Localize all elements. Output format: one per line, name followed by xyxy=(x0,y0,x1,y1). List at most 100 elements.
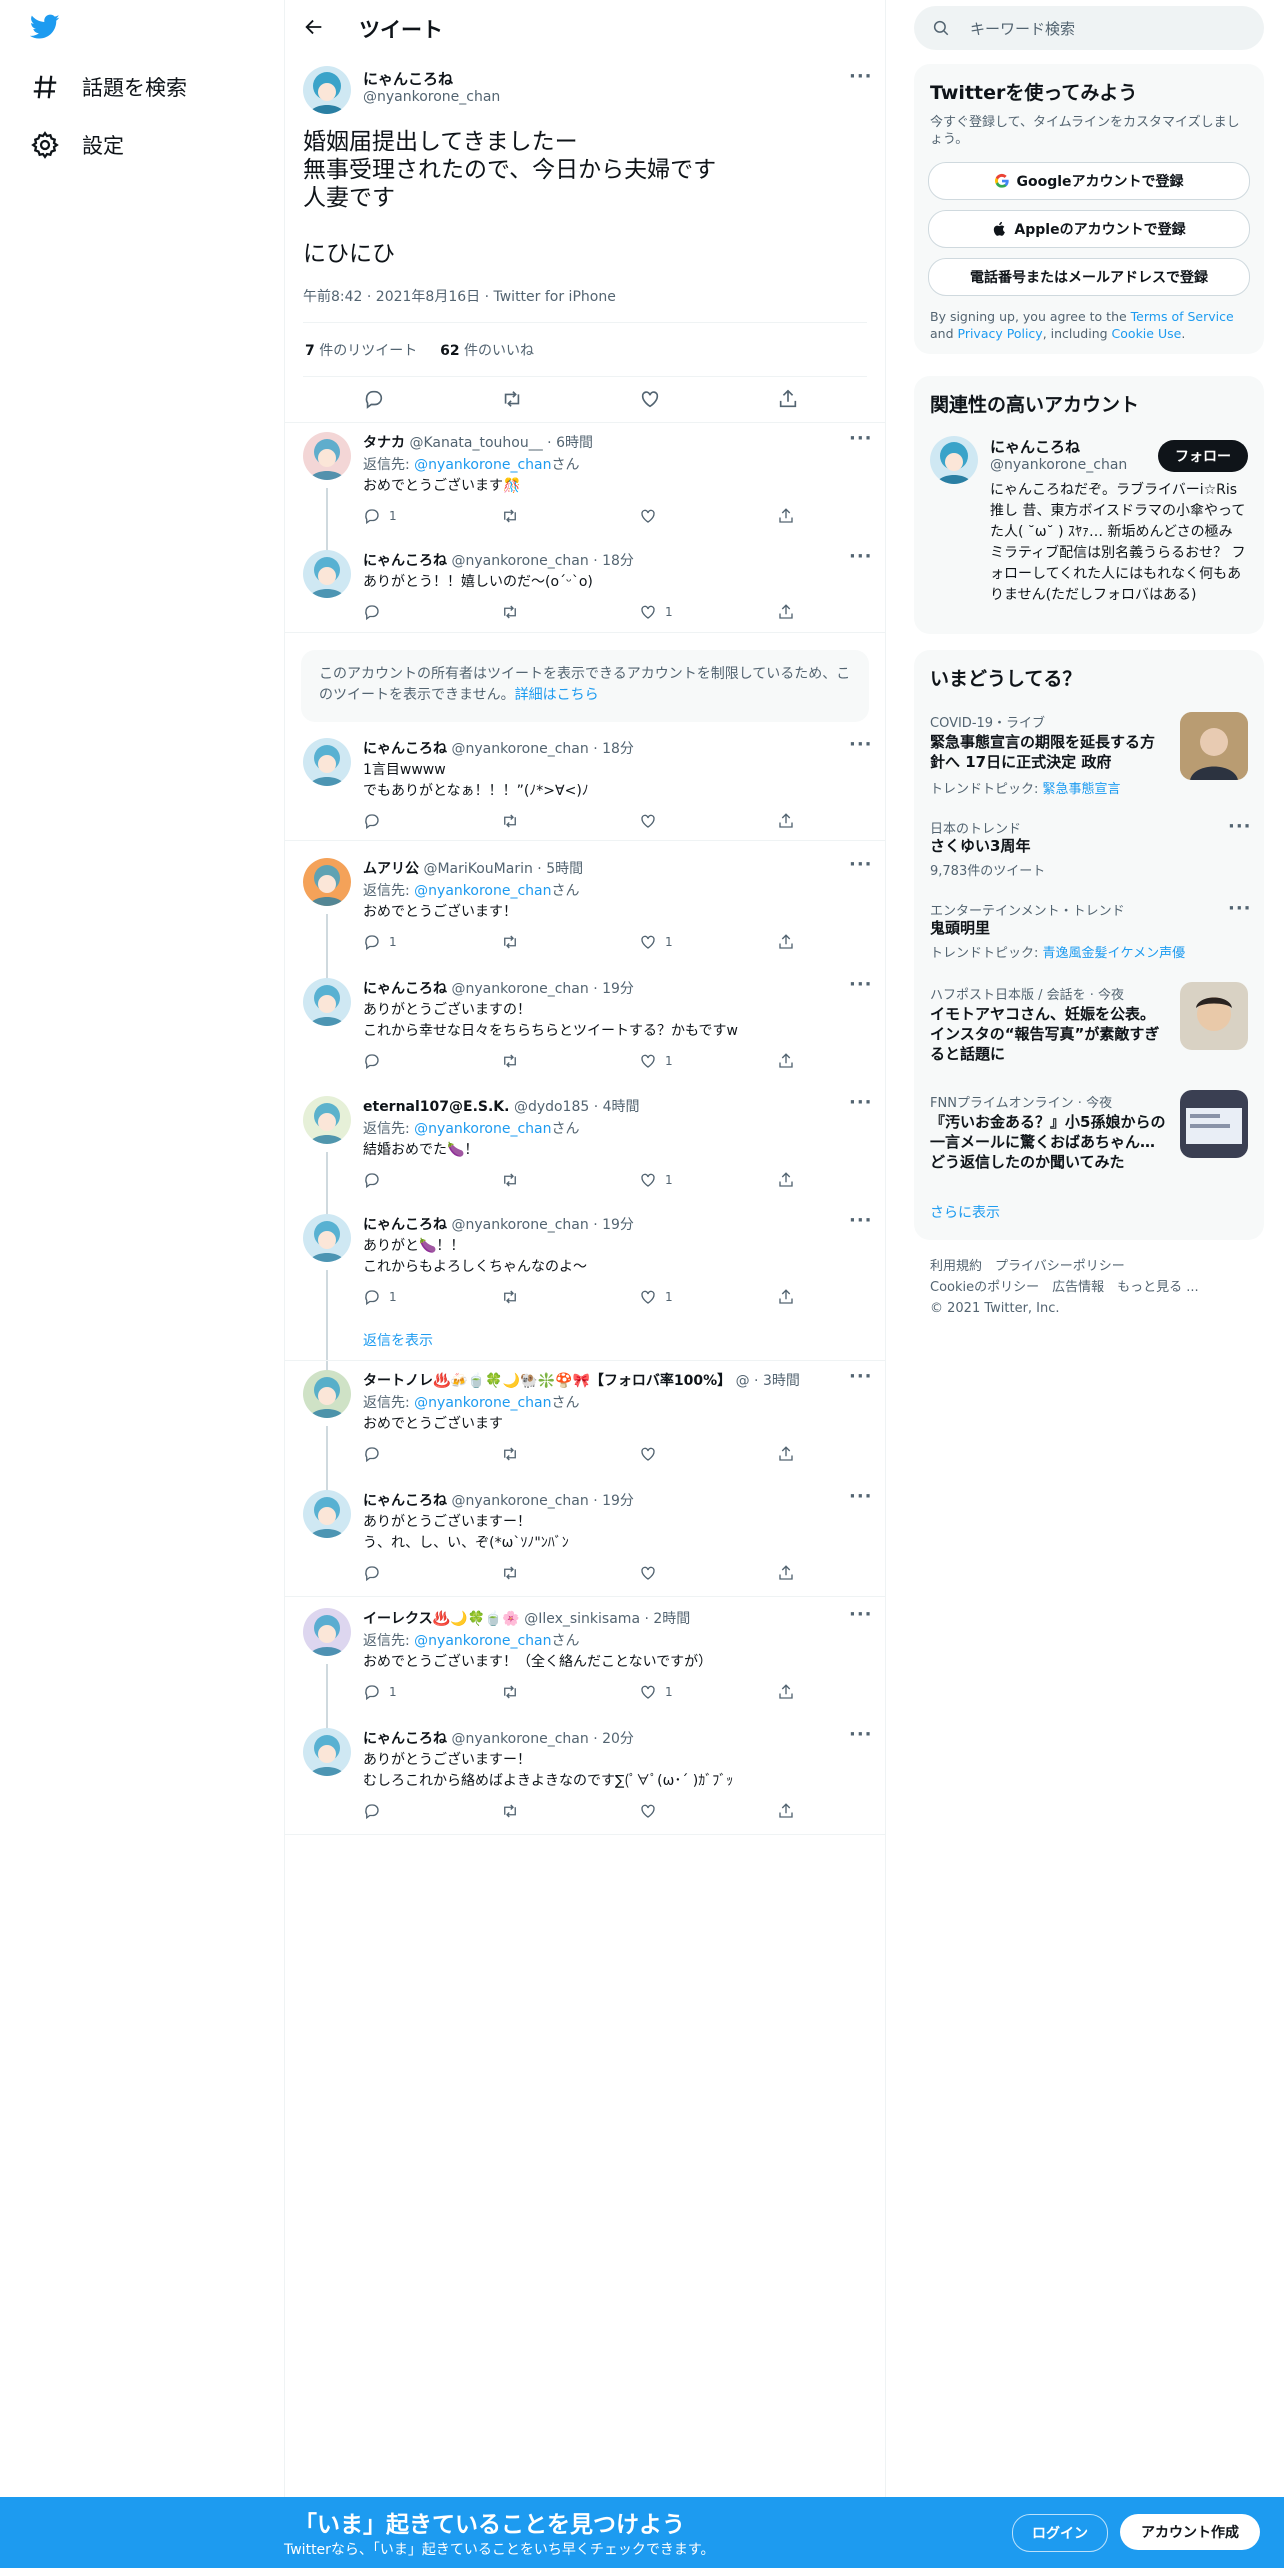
avatar[interactable] xyxy=(303,66,351,114)
reply-author-name[interactable]: にゃんころね xyxy=(363,741,447,757)
reply-author-handle[interactable]: @nyankorone_chan · 18分 xyxy=(451,553,633,569)
reply-to-handle[interactable]: @nyankorone_chan xyxy=(414,1121,551,1137)
learn-more-link[interactable]: 詳細はこちら xyxy=(515,687,599,703)
like-action[interactable]: 1 xyxy=(639,1288,673,1306)
reply-author-handle[interactable]: @ · 3時間 xyxy=(736,1373,800,1389)
avatar[interactable] xyxy=(930,436,978,484)
more-options-icon[interactable]: ··· xyxy=(849,734,873,755)
like-action[interactable]: 1 xyxy=(639,1052,673,1070)
reply-action[interactable] xyxy=(363,1052,389,1070)
reply-author-handle[interactable]: @nyankorone_chan · 19分 xyxy=(451,1217,633,1233)
like-icon[interactable] xyxy=(639,388,661,410)
avatar[interactable] xyxy=(303,432,351,480)
reply-action[interactable] xyxy=(363,1445,389,1463)
reply-action[interactable]: 1 xyxy=(363,1288,397,1306)
reply-author-handle[interactable]: @nyankorone_chan · 20分 xyxy=(451,1731,633,1747)
trend-item[interactable]: ハフポスト日本版 / 会話を · 今夜 イモトアヤコさん、妊娠を公表。インスタの… xyxy=(914,982,1264,1078)
share-action[interactable] xyxy=(777,812,795,830)
reply-author-handle[interactable]: @Ilex_sinkisama · 2時間 xyxy=(524,1611,690,1627)
share-action[interactable] xyxy=(777,1052,795,1070)
reply-action[interactable] xyxy=(363,1564,389,1582)
retweet-action[interactable] xyxy=(501,812,527,830)
reply-author-name[interactable]: にゃんころね xyxy=(363,1217,447,1233)
more-options-icon[interactable]: ··· xyxy=(849,974,873,995)
author-handle[interactable]: @nyankorone_chan xyxy=(363,89,500,105)
like-count[interactable]: 62 xyxy=(440,343,459,359)
reply-author-name[interactable]: にゃんころね xyxy=(363,553,447,569)
reply-action[interactable] xyxy=(363,1171,389,1189)
share-action[interactable] xyxy=(777,1445,795,1463)
like-action[interactable]: 1 xyxy=(639,1171,673,1189)
reply-author-handle[interactable]: @MariKouMarin · 5時間 xyxy=(423,861,583,877)
apple-signup-button[interactable]: Appleのアカウントで登録 xyxy=(928,210,1250,248)
author-name[interactable]: にゃんころね xyxy=(363,68,453,89)
related-account-handle[interactable]: @nyankorone_chan xyxy=(990,457,1127,473)
retweet-action[interactable] xyxy=(501,1564,527,1582)
follow-button[interactable]: フォロー xyxy=(1158,440,1248,472)
avatar[interactable] xyxy=(303,978,351,1026)
reply-to-handle[interactable]: @nyankorone_chan xyxy=(414,1395,551,1411)
avatar[interactable] xyxy=(303,1490,351,1538)
retweet-action[interactable] xyxy=(501,1445,527,1463)
like-action[interactable] xyxy=(639,1445,665,1463)
more-options-icon[interactable]: ··· xyxy=(849,1210,873,1231)
share-action[interactable] xyxy=(777,603,795,621)
reply-author-name[interactable]: にゃんころね xyxy=(363,981,447,997)
search-input[interactable]: キーワード検索 xyxy=(970,18,1075,39)
more-options-icon[interactable]: ··· xyxy=(849,66,873,87)
avatar[interactable] xyxy=(303,858,351,906)
reply-author-handle[interactable]: @nyankorone_chan · 18分 xyxy=(451,741,633,757)
twitter-bird-icon[interactable] xyxy=(30,14,60,40)
reply-author-name[interactable]: タートノレ♨️🍻🍵🍀🌙🐏❇️🍄🎀【フォロバ率100%】 xyxy=(363,1373,731,1389)
more-options-icon[interactable]: ··· xyxy=(849,546,873,567)
more-options-icon[interactable]: ··· xyxy=(849,1724,873,1745)
avatar[interactable] xyxy=(303,1214,351,1262)
related-account-name[interactable]: にゃんころね xyxy=(990,436,1080,457)
retweet-action[interactable] xyxy=(501,1288,527,1306)
like-action[interactable] xyxy=(639,1564,665,1582)
reply-icon[interactable] xyxy=(363,388,385,410)
retweet-action[interactable] xyxy=(501,1683,527,1701)
share-action[interactable] xyxy=(777,1564,795,1582)
login-button[interactable]: ログイン xyxy=(1012,2514,1108,2552)
show-more-trends-link[interactable]: さらに表示 xyxy=(930,1202,1000,1222)
reply-author-name[interactable]: eternal107@E.S.K. xyxy=(363,1099,509,1115)
reply-action[interactable]: 1 xyxy=(363,1683,397,1701)
more-options-icon[interactable]: ··· xyxy=(849,428,873,449)
like-action[interactable]: 1 xyxy=(639,933,673,951)
avatar[interactable] xyxy=(303,738,351,786)
reply-author-name[interactable]: ムアリ公 xyxy=(363,861,419,877)
more-options-icon[interactable]: ··· xyxy=(849,854,873,875)
like-count-label[interactable]: 件のいいね xyxy=(460,343,534,359)
retweet-count[interactable]: 7 xyxy=(305,343,315,359)
retweet-action[interactable] xyxy=(501,933,527,951)
terms-link[interactable]: Terms of Service xyxy=(1131,309,1234,324)
tweet-timestamp[interactable]: 午前8:42 · 2021年8月16日 · Twitter for iPhone xyxy=(303,286,616,306)
more-options-icon[interactable]: ··· xyxy=(849,1366,873,1387)
reply-to-handle[interactable]: @nyankorone_chan xyxy=(414,1633,551,1649)
avatar[interactable] xyxy=(303,1096,351,1144)
share-action[interactable] xyxy=(777,1802,795,1820)
reply-author-name[interactable]: にゃんころね xyxy=(363,1493,447,1509)
reply-to-handle[interactable]: @nyankorone_chan xyxy=(414,883,551,899)
reply-action[interactable]: 1 xyxy=(363,507,397,525)
share-action[interactable] xyxy=(777,933,795,951)
avatar[interactable] xyxy=(303,1370,351,1418)
reply-author-handle[interactable]: @Kanata_touhou__ · 6時間 xyxy=(409,435,593,451)
cookie-link[interactable]: Cookie Use xyxy=(1112,326,1182,341)
more-options-icon[interactable]: ··· xyxy=(849,1604,873,1625)
trend-item[interactable]: 日本のトレンド さくゆい3周年 9,783件のツイート ··· xyxy=(914,816,1264,879)
retweet-count-label[interactable]: 件のリツイート xyxy=(315,343,417,359)
retweet-action[interactable] xyxy=(501,603,527,621)
more-options-icon[interactable]: ··· xyxy=(1228,898,1252,919)
privacy-link[interactable]: Privacy Policy xyxy=(958,326,1043,341)
phone-email-signup-button[interactable]: 電話番号またはメールアドレスで登録 xyxy=(928,258,1250,296)
trend-topic-link[interactable]: 緊急事態宣言 xyxy=(1043,782,1121,797)
retweet-action[interactable] xyxy=(501,1052,527,1070)
reply-author-handle[interactable]: @nyankorone_chan · 19分 xyxy=(451,981,633,997)
like-action[interactable] xyxy=(639,812,665,830)
reply-action[interactable] xyxy=(363,603,389,621)
share-action[interactable] xyxy=(777,1683,795,1701)
like-action[interactable]: 1 xyxy=(639,1683,673,1701)
avatar[interactable] xyxy=(303,550,351,598)
